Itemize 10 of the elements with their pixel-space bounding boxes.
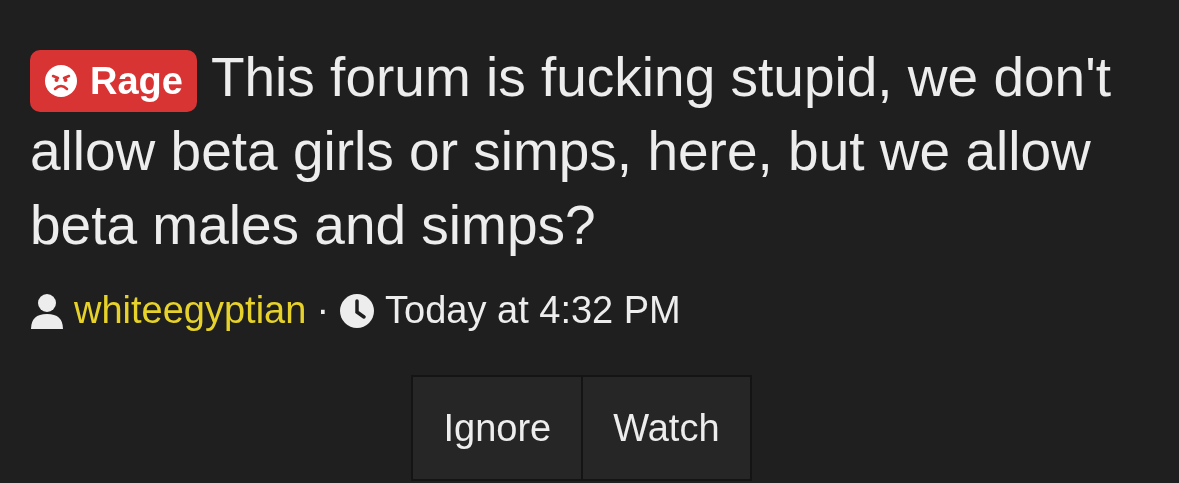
action-button[interactable]: Watch (583, 375, 752, 481)
prefix-badge: Rage (30, 50, 197, 113)
clock-icon (339, 292, 376, 329)
thread-title-link[interactable]: Rage This forum is fucking stupid, we don't allow beta girls or simps, here, but we allow beta males and simps? (30, 40, 1130, 262)
user-icon (30, 292, 64, 329)
separator: · (316, 288, 330, 333)
author-link[interactable]: whiteegyptian (74, 282, 307, 339)
post-date: Today at 4:32 PM (385, 288, 681, 333)
action-button[interactable]: Ignore (411, 375, 584, 481)
angry-face-icon (44, 64, 78, 99)
